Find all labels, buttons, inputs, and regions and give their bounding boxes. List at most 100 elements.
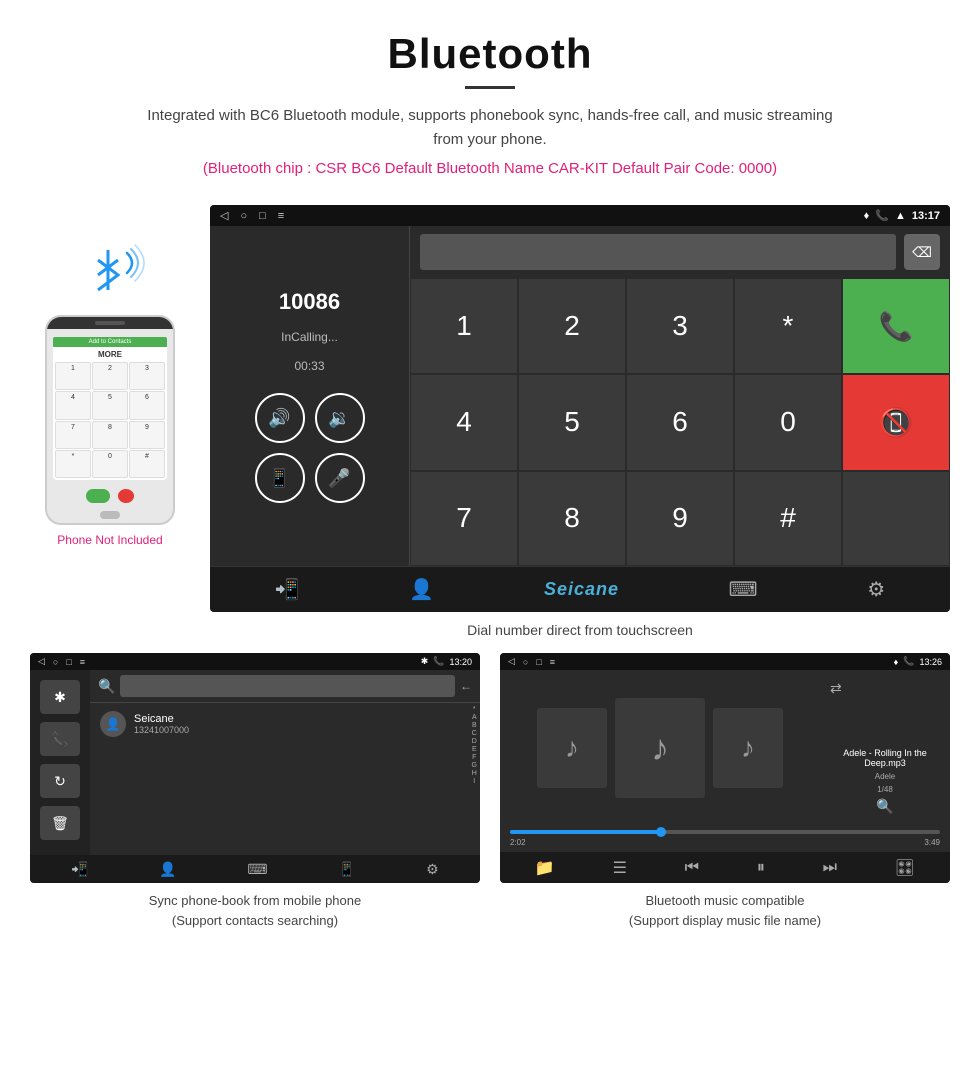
call-timer: 00:33 (294, 359, 324, 373)
pb-search-input[interactable] (120, 675, 455, 697)
volume-down-icon: 🔉 (328, 408, 350, 429)
dial-key-6[interactable]: 6 (626, 374, 734, 470)
phone-mockup: Add to Contacts MORE 1 2 3 4 5 6 7 8 9 *… (45, 315, 175, 525)
pb-bottom-bar: 📲 👤 ⌨ 📱 ⚙ (30, 855, 480, 883)
dialpad-tab[interactable]: ⌨ (729, 577, 758, 602)
music-search-icon[interactable]: 🔍 (876, 798, 893, 815)
backspace-icon: ⌫ (912, 244, 932, 261)
pb-delete-btn[interactable]: 🗑 (40, 806, 80, 840)
pb-settings-icon[interactable]: ⚙ (426, 861, 439, 878)
wifi-icon: ▲ (895, 210, 906, 222)
settings-tab[interactable]: ⚙ (867, 577, 885, 602)
calls-icon: 📲 (275, 577, 300, 602)
volume-down-button[interactable]: 🔉 (315, 393, 365, 443)
call-icon: 📞 (875, 209, 889, 222)
pb-call-btn[interactable]: 📞 (40, 722, 80, 756)
car-right-panel: ⌫ 1 2 3 * 📞 4 5 6 0 (410, 226, 950, 566)
car-status-bar: ◁ ○ □ ≡ ♦ 📞 ▲ 13:17 (210, 205, 950, 226)
music-status-bar: ◁○□≡ ♦📞 13:26 (500, 653, 950, 670)
folder-button[interactable]: 📁 (535, 858, 555, 878)
dial-key-7[interactable]: 7 (410, 471, 518, 566)
pb-sidebar: ✱ 📞 ↻ 🗑 (30, 670, 90, 855)
contacts-tab[interactable]: 👤 (409, 577, 434, 602)
pb-transfer-icon[interactable]: 📱 (338, 861, 355, 878)
bluetooth-specs: (Bluetooth chip : CSR BC6 Default Blueto… (20, 160, 960, 177)
handsfree-button[interactable]: 📱 (255, 453, 305, 503)
main-content: Add to Contacts MORE 1 2 3 4 5 6 7 8 9 *… (0, 205, 980, 653)
car-left-panel: 10086 InCalling... 00:33 🔊 🔉 📱 (210, 226, 410, 566)
dial-key-9[interactable]: 9 (626, 471, 734, 566)
music-icon-left: ♪ (565, 732, 579, 764)
status-right: ♦ 📞 ▲ 13:17 (864, 209, 940, 222)
pb-calls-icon[interactable]: 📲 (71, 861, 88, 878)
search-icon: 🔍 (98, 678, 115, 695)
dial-key-2[interactable]: 2 (518, 278, 626, 374)
playlist-button[interactable]: ☰ (613, 858, 627, 878)
main-caption: Dial number direct from touchscreen (210, 612, 950, 653)
volume-up-button[interactable]: 🔊 (255, 393, 305, 443)
album-art-main: ♪ (615, 698, 705, 798)
pb-time: 13:20 (449, 657, 472, 667)
next-button[interactable]: ⏭ (823, 859, 837, 877)
prev-button[interactable]: ⏮ (685, 859, 699, 877)
page-header: Bluetooth Integrated with BC6 Bluetooth … (0, 0, 980, 205)
music-controls-bar: 📁 ☰ ⏮ ⏸ ⏭ 🎛 (500, 852, 950, 883)
dial-key-3[interactable]: 3 (626, 278, 734, 374)
phonebook-screen: ◁○□≡ ✱ 📞 13:20 ✱ 📞 (30, 653, 480, 883)
pb-contact-row[interactable]: 👤 Seicane 13241007000 (90, 703, 469, 745)
mic-icon: 🎤 (328, 468, 350, 489)
dial-key-1[interactable]: 1 (410, 278, 518, 374)
dial-key-empty (842, 471, 950, 566)
music-artwork-area: ♪ ♪ ♪ ⇄ Adele - Rolling In the Deep.mp3 … (500, 670, 950, 825)
dial-key-5[interactable]: 5 (518, 374, 626, 470)
dial-key-8[interactable]: 8 (518, 471, 626, 566)
answer-icon: 📞 (879, 310, 914, 343)
pb-contacts-icon[interactable]: 👤 (159, 861, 176, 878)
page-description: Integrated with BC6 Bluetooth module, su… (140, 104, 840, 152)
pb-contact-name: Seicane (134, 713, 459, 725)
delete-icon: 🗑 (51, 815, 69, 832)
pb-back-icon: ← (460, 679, 472, 693)
dial-key-star[interactable]: * (734, 278, 842, 374)
dialpad: 1 2 3 * 📞 4 5 6 0 📵 7 (410, 278, 950, 566)
dial-key-0[interactable]: 0 (734, 374, 842, 470)
pb-bt-icon: ✱ (421, 656, 429, 667)
music-artist: Adele (875, 772, 895, 781)
phone-icon: 📞 (51, 731, 68, 748)
music-progress-dot (656, 827, 666, 837)
call-status: InCalling... (281, 330, 338, 344)
handsfree-icon: 📱 (268, 468, 290, 489)
equalizer-button[interactable]: 🎛 (895, 858, 915, 878)
car-content: 10086 InCalling... 00:33 🔊 🔉 📱 (210, 226, 950, 566)
music-screen: ◁○□≡ ♦📞 13:26 ♪ ♪ ♪ (500, 653, 950, 883)
pb-bluetooth-btn[interactable]: ✱ (40, 680, 80, 714)
play-pause-button[interactable]: ⏸ (757, 859, 765, 877)
pb-sync-btn[interactable]: ↻ (40, 764, 80, 798)
phone-side: Add to Contacts MORE 1 2 3 4 5 6 7 8 9 *… (30, 205, 190, 547)
call-buttons: 🔊 🔉 📱 🎤 (255, 393, 365, 503)
pb-keypad-icon[interactable]: ⌨ (247, 861, 267, 878)
answer-button[interactable]: 📞 (842, 278, 950, 374)
seicane-logo: Seicane (544, 579, 619, 600)
sync-icon: ↻ (54, 773, 66, 790)
dial-key-hash[interactable]: # (734, 471, 842, 566)
calls-tab[interactable]: 📲 (275, 577, 300, 602)
mute-button[interactable]: 🎤 (315, 453, 365, 503)
car-screen-main: ◁ ○ □ ≡ ♦ 📞 ▲ 13:17 10086 InCalling... (210, 205, 950, 612)
car-bottom-bar: 📲 👤 Seicane ⌨ ⚙ (210, 566, 950, 612)
backspace-button[interactable]: ⌫ (904, 234, 940, 270)
music-time-row: 2:02 3:49 (510, 838, 940, 847)
music-caption: Bluetooth music compatible(Support displ… (500, 883, 950, 930)
dial-input[interactable] (420, 234, 896, 270)
pb-main-area: 🔍 ← 👤 Seicane 1324 (90, 670, 480, 855)
music-time-current: 2:02 (510, 838, 526, 847)
hangup-button[interactable]: 📵 (842, 374, 950, 470)
page-title: Bluetooth (20, 30, 960, 78)
dial-key-4[interactable]: 4 (410, 374, 518, 470)
title-underline (465, 86, 515, 89)
music-icon-right: ♪ (741, 732, 755, 764)
recent-icon: □ (259, 210, 266, 222)
music-progress-bar[interactable] (510, 830, 940, 834)
shuffle-icon[interactable]: ⇄ (830, 680, 842, 697)
menu-icon: ≡ (278, 210, 284, 222)
